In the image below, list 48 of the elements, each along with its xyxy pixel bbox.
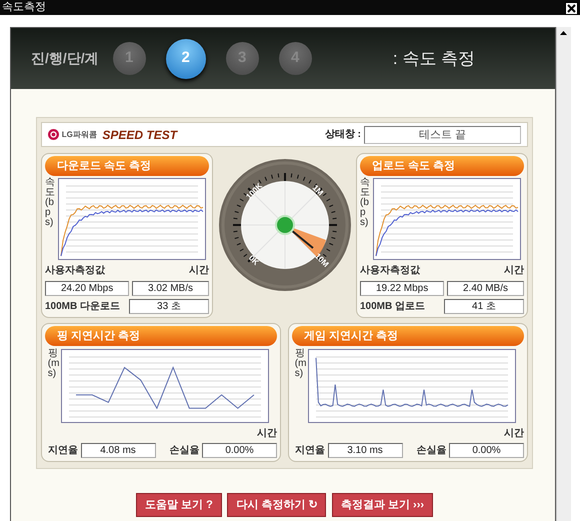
- axis-label: 핑(ms): [294, 348, 305, 381]
- window-title: 속도측정: [2, 0, 46, 15]
- gauge-label: 1M: [310, 183, 324, 198]
- axis-label: 시간: [257, 426, 277, 440]
- action-button[interactable]: 측정결과 보기 ›››: [332, 493, 434, 518]
- close-icon: [567, 4, 576, 12]
- panel-title: 핑 지연시간 측정: [45, 326, 277, 346]
- step-label: 진/행/단/계: [31, 49, 99, 68]
- logo-text: LG파워콤: [62, 128, 97, 140]
- status-field: 테스트 끝: [364, 126, 521, 144]
- time-label: 100MB 업로드: [360, 300, 426, 314]
- time-label: 100MB 다운로드: [45, 300, 120, 314]
- latency-label: 지연율: [294, 444, 325, 458]
- panel-title: 업로드 속도 측정: [360, 156, 524, 176]
- value-field: 3.02 MB/s: [132, 280, 210, 296]
- close-button[interactable]: [565, 2, 578, 14]
- axis-label: 시간: [189, 264, 209, 278]
- value-field: 41 초: [444, 298, 524, 314]
- gauge-label: 10M: [312, 252, 330, 269]
- gauge-label: 0K: [246, 253, 260, 268]
- value-field: 3.10 ms: [328, 443, 402, 458]
- action-button[interactable]: 도움말 보기 ?: [136, 493, 222, 518]
- axis-label: 시간: [504, 426, 524, 440]
- value-field: 2.40 MB/s: [447, 280, 524, 296]
- step-circle: 2: [166, 38, 206, 78]
- axis-label: 속도(bps): [360, 178, 370, 230]
- axis-label: 시간: [504, 264, 524, 278]
- status-label: 상태창 :: [324, 128, 361, 142]
- step-name: : 속도 측정: [392, 48, 475, 70]
- value-field: 0.00%: [202, 443, 277, 458]
- logo-icon: [48, 129, 59, 140]
- scrollbar[interactable]: [556, 27, 571, 521]
- loss-label: 손실율: [169, 444, 200, 458]
- value-field: 4.08 ms: [80, 443, 156, 458]
- axis-label: 속도(bps): [45, 178, 55, 230]
- panel-title: 게임 지연시간 측정: [292, 326, 524, 346]
- axis-label: 핑(ms): [48, 348, 58, 381]
- measured-label: 사용자측정값: [360, 264, 420, 278]
- loss-label: 손실율: [416, 444, 446, 458]
- value-field: 33 초: [129, 298, 209, 314]
- measured-label: 사용자측정값: [45, 264, 105, 278]
- app-title: SPEED TEST: [102, 126, 178, 144]
- value-field: 19.22 Mbps: [360, 280, 444, 296]
- latency-label: 지연율: [48, 444, 78, 458]
- action-button[interactable]: 다시 측정하기 ↻: [227, 493, 326, 518]
- value-field: 0.00%: [449, 443, 524, 458]
- panel-title: 다운로드 속도 측정: [45, 156, 209, 176]
- value-field: 24.20 Mbps: [45, 280, 130, 296]
